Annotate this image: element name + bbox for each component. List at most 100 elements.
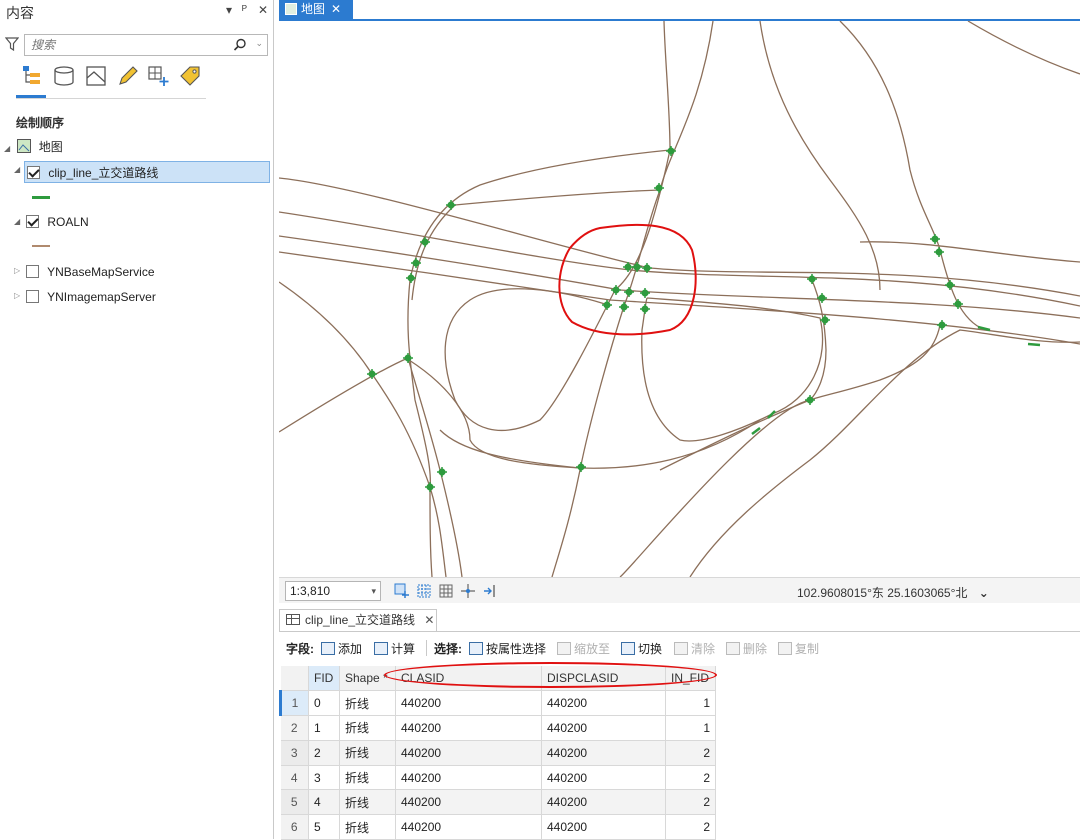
cell-in-fid[interactable]: 2 bbox=[665, 814, 716, 840]
cell-clasid[interactable]: 440200 bbox=[395, 789, 542, 816]
tab-attribute-table[interactable]: clip_line_立交道路线 ✕ bbox=[279, 609, 437, 631]
table-grid-icon[interactable] bbox=[438, 583, 454, 599]
switch-selection-button[interactable]: 切换 bbox=[621, 640, 662, 657]
expand-arrow-icon[interactable]: ▷ bbox=[14, 266, 20, 275]
layer-visibility-checkbox[interactable] bbox=[26, 290, 39, 303]
layer-visibility-checkbox[interactable] bbox=[26, 265, 39, 278]
table-row[interactable]: 5 4 折线 440200 440200 2 bbox=[280, 789, 716, 816]
cell-fid[interactable]: 0 bbox=[308, 690, 340, 717]
snapping-icon[interactable] bbox=[146, 64, 170, 88]
table-row[interactable]: 2 1 折线 440200 440200 1 bbox=[280, 715, 716, 741]
vertex-marker bbox=[640, 288, 650, 298]
table-row[interactable]: 3 2 折线 440200 440200 2 bbox=[280, 740, 716, 766]
column-header-shape[interactable]: Shape * bbox=[339, 666, 396, 692]
cell-shape[interactable]: 折线 bbox=[339, 814, 396, 840]
pin-icon[interactable]: ᴾ bbox=[242, 3, 247, 17]
cell-in-fid[interactable]: 2 bbox=[665, 789, 716, 816]
cell-shape[interactable]: 折线 bbox=[339, 740, 396, 766]
cell-in-fid[interactable]: 1 bbox=[665, 690, 716, 717]
delete-selection-button[interactable]: 删除 bbox=[726, 640, 767, 657]
row-number[interactable]: 4 bbox=[280, 765, 309, 791]
collapse-arrow-icon[interactable]: ◢ bbox=[4, 138, 14, 160]
search-input[interactable] bbox=[25, 35, 205, 55]
zoom-to-button[interactable]: 缩放至 bbox=[557, 640, 610, 657]
add-field-button[interactable]: 添加 bbox=[321, 640, 362, 657]
search-icon[interactable] bbox=[233, 38, 247, 52]
row-number[interactable]: 1 bbox=[279, 690, 309, 717]
cell-fid[interactable]: 1 bbox=[308, 715, 340, 741]
table-corner[interactable] bbox=[280, 666, 309, 692]
pane-options-icon[interactable]: ▾ bbox=[226, 3, 232, 17]
tree-item-map[interactable]: ◢ 地图 bbox=[4, 136, 63, 158]
close-icon[interactable]: ✕ bbox=[424, 613, 434, 627]
labeling-icon[interactable] bbox=[178, 64, 202, 88]
table-row[interactable]: 6 5 折线 440200 440200 2 bbox=[280, 814, 716, 840]
cell-clasid[interactable]: 440200 bbox=[395, 765, 542, 791]
table-row[interactable]: 1 0 折线 440200 440200 1 bbox=[279, 690, 716, 717]
cell-dispclasid[interactable]: 440200 bbox=[541, 690, 666, 717]
cell-clasid[interactable]: 440200 bbox=[395, 814, 542, 840]
calculate-field-button[interactable]: 计算 bbox=[374, 640, 415, 657]
clear-selection-button[interactable]: 清除 bbox=[674, 640, 715, 657]
cell-shape[interactable]: 折线 bbox=[339, 765, 396, 791]
cell-fid[interactable]: 5 bbox=[308, 814, 340, 840]
drawing-order-icon[interactable] bbox=[20, 64, 44, 88]
cell-shape[interactable]: 折线 bbox=[339, 789, 396, 816]
layer-visibility-checkbox[interactable] bbox=[26, 215, 39, 228]
collapse-arrow-icon[interactable]: ◢ bbox=[14, 165, 20, 174]
search-dropdown-icon[interactable]: ⌄ bbox=[255, 38, 263, 49]
cell-dispclasid[interactable]: 440200 bbox=[541, 715, 666, 741]
collapse-arrow-icon[interactable]: ◢ bbox=[14, 217, 20, 226]
cell-fid[interactable]: 4 bbox=[308, 789, 340, 816]
layer-ynimagemapserver[interactable]: YNImagemapServer bbox=[26, 286, 156, 308]
crosshair-icon[interactable] bbox=[460, 583, 476, 599]
cell-dispclasid[interactable]: 440200 bbox=[541, 765, 666, 791]
expand-arrow-icon[interactable]: ▷ bbox=[14, 291, 20, 300]
selection-icon[interactable] bbox=[84, 64, 108, 88]
layer-roaln[interactable]: ROALN bbox=[26, 211, 89, 233]
close-icon[interactable]: ✕ bbox=[258, 3, 268, 17]
cell-dispclasid[interactable]: 440200 bbox=[541, 789, 666, 816]
fixed-zoom-icon[interactable] bbox=[394, 583, 410, 599]
refresh-icon[interactable] bbox=[482, 583, 498, 599]
map-view[interactable] bbox=[279, 21, 1080, 577]
column-header-in-fid[interactable]: IN_FID bbox=[665, 666, 716, 692]
row-number[interactable]: 6 bbox=[280, 814, 309, 840]
scale-dropdown[interactable]: 1:3,810 ▾ bbox=[285, 581, 381, 601]
grid-icon[interactable] bbox=[416, 583, 432, 599]
chevron-down-icon[interactable]: ▾ bbox=[371, 582, 376, 600]
cell-shape[interactable]: 折线 bbox=[339, 690, 396, 717]
cell-fid[interactable]: 3 bbox=[308, 765, 340, 791]
cell-dispclasid[interactable]: 440200 bbox=[541, 814, 666, 840]
copy-selection-button[interactable]: 复制 bbox=[778, 640, 819, 657]
layer-ynbasemapservice[interactable]: YNBaseMapService bbox=[26, 261, 155, 283]
cell-clasid[interactable]: 440200 bbox=[395, 715, 542, 741]
cell-in-fid[interactable]: 2 bbox=[665, 765, 716, 791]
chevron-down-icon[interactable]: ⌄ bbox=[979, 586, 989, 600]
cell-fid[interactable]: 2 bbox=[308, 740, 340, 766]
table-row[interactable]: 4 3 折线 440200 440200 2 bbox=[280, 765, 716, 791]
layer-visibility-checkbox[interactable] bbox=[27, 166, 40, 179]
cell-shape[interactable]: 折线 bbox=[339, 715, 396, 741]
cell-clasid[interactable]: 440200 bbox=[395, 690, 542, 717]
editing-icon[interactable] bbox=[116, 64, 140, 88]
cell-clasid[interactable]: 440200 bbox=[395, 740, 542, 766]
clear-icon bbox=[674, 642, 688, 655]
select-by-attributes-button[interactable]: 按属性选择 bbox=[469, 640, 546, 657]
tab-map[interactable]: 地图 ✕ bbox=[279, 0, 353, 19]
row-number[interactable]: 3 bbox=[280, 740, 309, 766]
column-header-clasid[interactable]: CLASID bbox=[395, 666, 542, 692]
cell-dispclasid[interactable]: 440200 bbox=[541, 740, 666, 766]
search-box[interactable]: ⌄ bbox=[24, 34, 268, 56]
filter-icon[interactable] bbox=[5, 37, 19, 51]
column-header-fid[interactable]: FID bbox=[308, 666, 340, 692]
close-icon[interactable]: ✕ bbox=[331, 2, 341, 16]
data-source-icon[interactable] bbox=[52, 64, 76, 88]
row-number[interactable]: 2 bbox=[280, 715, 309, 741]
cell-in-fid[interactable]: 2 bbox=[665, 740, 716, 766]
row-number[interactable]: 5 bbox=[280, 789, 309, 816]
map-canvas[interactable] bbox=[279, 21, 1080, 577]
cell-in-fid[interactable]: 1 bbox=[665, 715, 716, 741]
layer-clip-line[interactable]: clip_line_立交道路线 bbox=[24, 161, 270, 183]
column-header-dispclasid[interactable]: DISPCLASID bbox=[541, 666, 666, 692]
